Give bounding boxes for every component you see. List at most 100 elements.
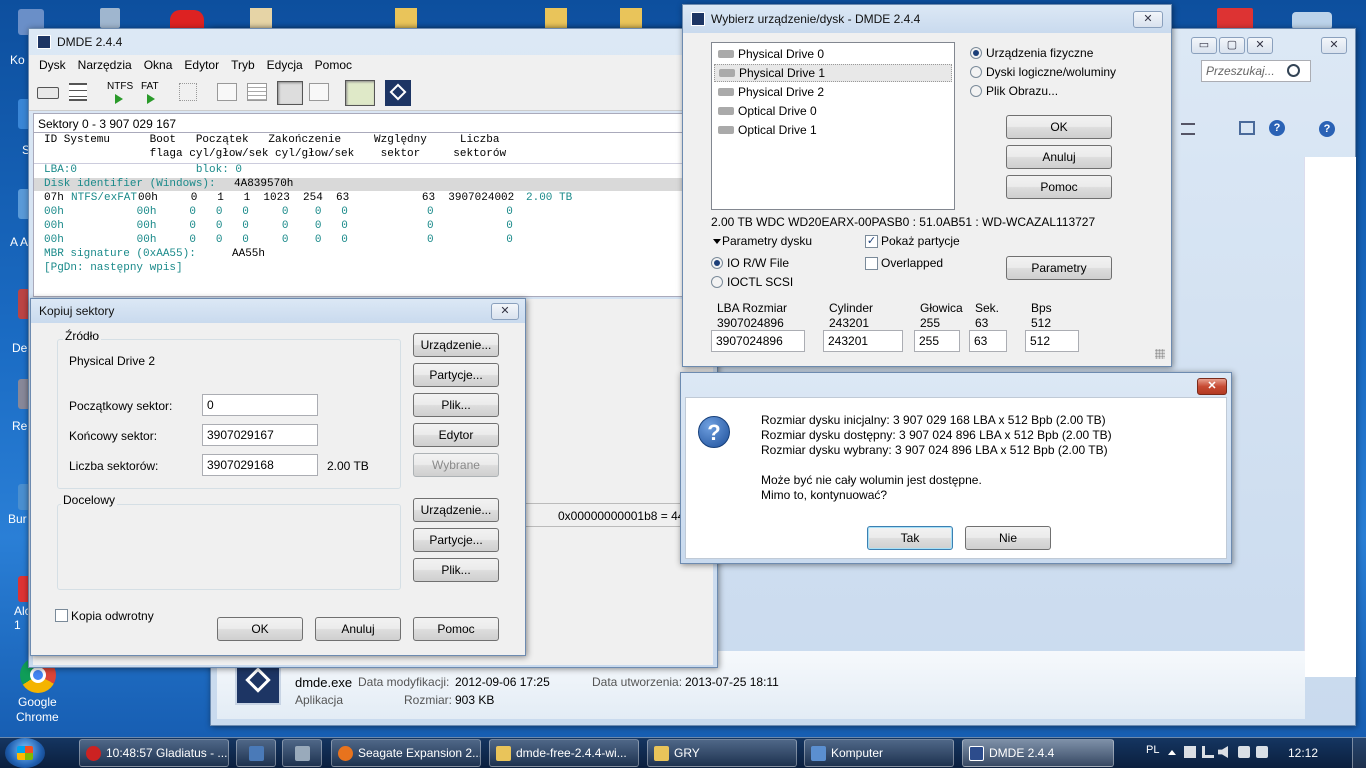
image-file-radio[interactable] [970, 85, 982, 97]
show-desktop-button[interactable] [1352, 738, 1366, 768]
drive-list[interactable]: Physical Drive 0 Physical Drive 1 Physic… [711, 42, 955, 210]
partition-row[interactable]: 00h 0 1 1 1023 254 63 63 3907024002 [138, 192, 514, 204]
menu-edycja[interactable]: Edycja [261, 58, 309, 72]
taskbar-item-komputer[interactable]: Komputer [804, 739, 954, 767]
taskbar-item-gladiatus[interactable]: 10:48:57 Gladiatus - ... [79, 739, 229, 767]
list-icon[interactable] [247, 83, 267, 101]
taskbar-item-app[interactable] [236, 739, 276, 767]
parameters-button[interactable]: Parametry [1006, 256, 1112, 280]
target-partitions-button[interactable]: Partycje... [413, 528, 499, 552]
hex-view-icon[interactable] [277, 81, 303, 105]
source-file-button[interactable]: Plik... [413, 393, 499, 417]
ioctl-scsi-radio[interactable] [711, 276, 723, 288]
partition-row[interactable]: 00h 0 0 0 0 0 0 0 0 [64, 234, 513, 246]
copy-sectors-icon[interactable] [345, 80, 375, 106]
io-rw-file-radio[interactable] [711, 257, 723, 269]
taskbar-item-gry[interactable]: GRY [647, 739, 797, 767]
drive-list-item[interactable]: Physical Drive 2 [714, 83, 952, 101]
expand-arrow-icon[interactable] [713, 239, 721, 244]
drive-list-item[interactable]: Optical Drive 1 [714, 121, 952, 139]
partition-row[interactable]: 00h 0 0 0 0 0 0 0 0 [64, 206, 513, 218]
help-button[interactable]: Pomoc [1006, 175, 1112, 199]
partition-row-id[interactable]: 00h [44, 234, 64, 246]
selected-button[interactable]: Wybrane [413, 453, 499, 477]
tree-icon[interactable] [217, 83, 237, 101]
target-file-button[interactable]: Plik... [413, 558, 499, 582]
target-device-button[interactable]: Urządzenie... [413, 498, 499, 522]
menu-narzedzia[interactable]: Narzędzia [72, 58, 138, 72]
search-icon[interactable] [1287, 64, 1300, 77]
menu-okna[interactable]: Okna [138, 58, 179, 72]
show-partitions-checkbox[interactable]: ✓ [865, 235, 878, 248]
drive-list-item[interactable]: Optical Drive 0 [714, 102, 952, 120]
drive-list-item[interactable]: Physical Drive 0 [714, 45, 952, 63]
lba-size-input[interactable]: 3907024896 [711, 330, 805, 352]
tray-icon[interactable] [1256, 746, 1268, 758]
network-icon[interactable] [1202, 746, 1214, 758]
menu-edytor[interactable]: Edytor [178, 58, 225, 72]
find-icon[interactable] [309, 83, 329, 101]
ntfs-button[interactable]: NTFS [107, 81, 133, 92]
end-sector-input[interactable]: 3907029167 [202, 424, 318, 446]
editor-button[interactable]: Edytor [413, 423, 499, 447]
sector-input[interactable]: 63 [969, 330, 1007, 352]
head-input[interactable]: 255 [914, 330, 960, 352]
taskbar-item-calc[interactable] [282, 739, 322, 767]
ok-button[interactable]: OK [1006, 115, 1112, 139]
resize-grip-icon[interactable] [1155, 349, 1165, 359]
language-indicator[interactable]: PL [1146, 744, 1159, 756]
ok-button[interactable]: OK [217, 617, 303, 641]
partition-row-id[interactable]: 00h [44, 206, 64, 218]
sector-count-input[interactable]: 3907029168 [202, 454, 318, 476]
overlapped-checkbox[interactable] [865, 257, 878, 270]
tray-arrow-icon[interactable] [1168, 750, 1176, 755]
minimize-button[interactable]: ▭ [1191, 37, 1217, 54]
yes-button[interactable]: Tak [867, 526, 953, 550]
drive-list-item-selected[interactable]: Physical Drive 1 [714, 64, 952, 82]
taskbar-item-dmde[interactable]: DMDE 2.4.4 [962, 739, 1114, 767]
partition-row-id[interactable]: 00h [44, 220, 64, 232]
start-sector-input[interactable]: 0 [202, 394, 318, 416]
source-device-button[interactable]: Urządzenie... [413, 333, 499, 357]
preview-pane-icon[interactable] [1239, 121, 1255, 135]
partition-row[interactable]: 00h 0 0 0 0 0 0 0 0 [64, 220, 513, 232]
view-icon[interactable] [1181, 123, 1195, 135]
close-button[interactable]: ✕ [1247, 37, 1273, 54]
dmde-logo-icon[interactable] [385, 80, 411, 106]
menu-pomoc[interactable]: Pomoc [309, 58, 358, 72]
close-button[interactable]: ✕ [491, 303, 519, 320]
no-button[interactable]: Nie [965, 526, 1051, 550]
taskbar-item-dmde-free[interactable]: dmde-free-2.4.4-wi... [489, 739, 639, 767]
drive-icon[interactable] [37, 87, 59, 99]
clock[interactable]: 12:12 [1288, 746, 1318, 760]
logical-volumes-radio[interactable] [970, 66, 982, 78]
cylinder-input[interactable]: 243201 [823, 330, 903, 352]
cancel-button[interactable]: Anuluj [315, 617, 401, 641]
flag-icon[interactable] [1184, 746, 1196, 758]
wand-icon[interactable] [179, 83, 197, 101]
partition-row-id[interactable]: 07h [44, 192, 64, 204]
tray-icon[interactable] [1238, 746, 1250, 758]
fat-button[interactable]: FAT [141, 81, 159, 92]
message-line: Może być nie cały wolumin jest dostępne. [761, 473, 982, 487]
help-icon[interactable]: ? [1319, 121, 1335, 137]
bps-input[interactable]: 512 [1025, 330, 1079, 352]
maximize-button[interactable]: ▢ [1219, 37, 1245, 54]
pgdn-hint[interactable]: [PgDn: następny wpis] [44, 262, 183, 274]
start-button[interactable] [5, 738, 45, 768]
close-button[interactable]: ✕ [1197, 378, 1227, 395]
close-button[interactable]: ✕ [1133, 11, 1163, 28]
disk-params-toggle[interactable]: Parametry dysku [722, 234, 812, 248]
partition-row-name[interactable]: NTFS/exFAT [71, 192, 137, 204]
menu-tryb[interactable]: Tryb [225, 58, 261, 72]
source-partitions-button[interactable]: Partycje... [413, 363, 499, 387]
physical-devices-radio[interactable] [970, 47, 982, 59]
help-button[interactable]: Pomoc [413, 617, 499, 641]
reverse-copy-checkbox[interactable] [55, 609, 68, 622]
help-icon[interactable]: ? [1269, 120, 1285, 136]
close-button[interactable]: ✕ [1321, 37, 1347, 54]
menu-dysk[interactable]: Dysk [33, 58, 72, 72]
partitions-icon[interactable] [69, 83, 87, 101]
cancel-button[interactable]: Anuluj [1006, 145, 1112, 169]
taskbar-item-seagate[interactable]: Seagate Expansion 2... [331, 739, 481, 767]
